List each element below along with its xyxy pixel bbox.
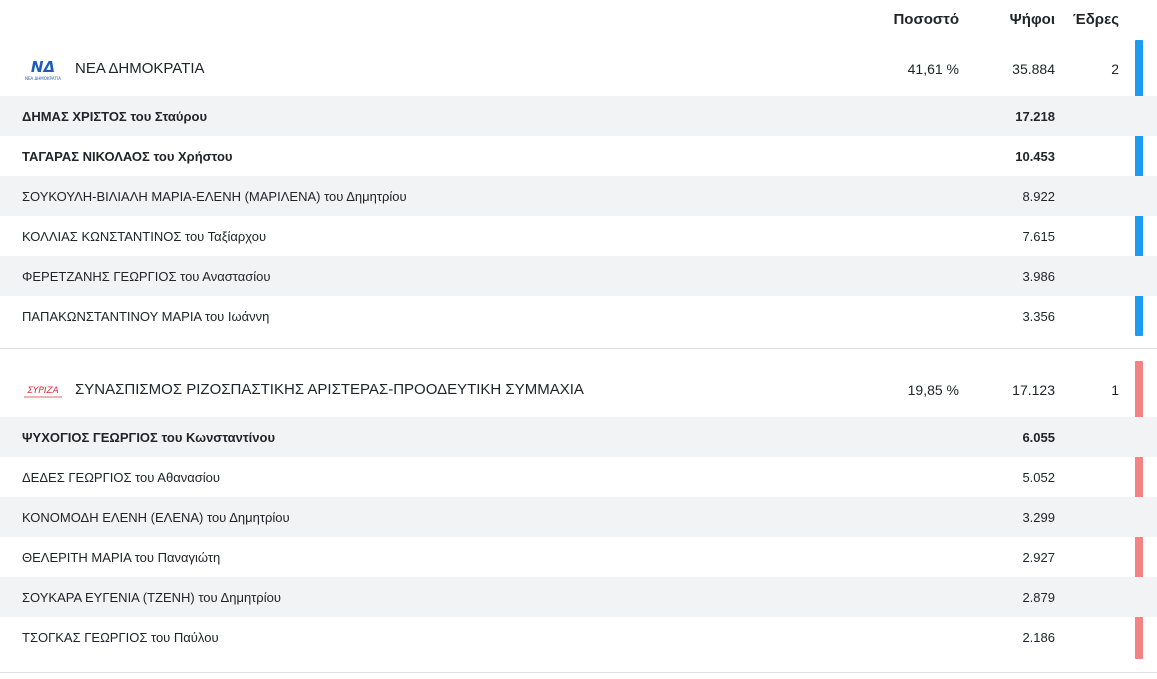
svg-text:ΝΔ: ΝΔ <box>31 58 55 76</box>
candidate-name: ΚΟΛΛΙΑΣ ΚΩΝΣΤΑΝΤΙΝΟΣ του Ταξίαρχου <box>22 229 267 244</box>
candidate-name: ΘΕΛΕΡΙΤΗ ΜΑΡΙΑ του Παναγιώτη <box>22 550 221 565</box>
candidate-name: ΔΕΔΕΣ ΓΕΩΡΓΙΟΣ του Αθανασίου <box>22 470 220 485</box>
candidate-votes: 2.927 <box>1022 550 1055 565</box>
candidate-name: ΣΟΥΚΑΡΑ ΕΥΓΕΝΙΑ (ΤΖΕΝΗ) του Δημητρίου <box>22 590 281 605</box>
candidate-name: ΠΑΠΑΚΩΝΣΤΑΝΤΙΝΟΥ ΜΑΡΙΑ του Ιωάννη <box>22 309 270 324</box>
syriza-logo-icon: ΣΥΡΙΖΑ <box>24 386 62 398</box>
svg-text:ΝΕΑ ΔΗΜΟΚΡΑΤΙΑ: ΝΕΑ ΔΗΜΟΚΡΑΤΙΑ <box>25 76 61 81</box>
party-seats: 1 <box>1111 382 1119 398</box>
candidate-row: ΠΑΠΑΚΩΝΣΤΑΝΤΙΝΟΥ ΜΑΡΙΑ του Ιωάννη 3.356 <box>0 296 1157 336</box>
candidate-name: ΣΟΥΚΟΥΛΗ-ΒΙΛΙΑΛΗ ΜΑΡΙΑ-ΕΛΕΝΗ (ΜΑΡΙΛΕΝΑ) … <box>22 189 407 204</box>
party-seats: 2 <box>1111 61 1119 77</box>
candidate-row: ΤΣΟΓΚΑΣ ΓΕΩΡΓΙΟΣ του Παύλου 2.186 <box>0 617 1157 657</box>
candidate-row: ΔΕΔΕΣ ΓΕΩΡΓΙΟΣ του Αθανασίου 5.052 <box>0 457 1157 497</box>
party-percentage: 19,85 % <box>907 382 959 398</box>
candidate-votes: 7.615 <box>1022 229 1055 244</box>
party-block-nd: ΝΔ ΝΕΑ ΔΗΜΟΚΡΑΤΙΑ ΝΕΑ ΔΗΜΟΚΡΑΤΙΑ 41,61 %… <box>0 40 1157 349</box>
party-votes: 35.884 <box>1012 61 1055 77</box>
votes-column-header: Ψήφοι <box>1009 11 1055 28</box>
candidate-row: ΚΟΝΟΜΟΔΗ ΕΛΕΝΗ (ΕΛΕΝΑ) του Δημητρίου 3.2… <box>0 497 1157 537</box>
candidate-votes: 5.052 <box>1022 470 1055 485</box>
candidate-votes: 3.356 <box>1022 309 1055 324</box>
candidate-row: ΣΟΥΚΑΡΑ ΕΥΓΕΝΙΑ (ΤΖΕΝΗ) του Δημητρίου 2.… <box>0 577 1157 617</box>
candidate-votes: 10.453 <box>1015 149 1055 164</box>
candidate-votes: 2.879 <box>1022 590 1055 605</box>
candidate-votes: 3.986 <box>1022 269 1055 284</box>
results-header: Ποσοστό Ψήφοι Έδρες <box>0 0 1157 40</box>
candidate-name: ΤΣΟΓΚΑΣ ΓΕΩΡΓΙΟΣ του Παύλου <box>22 630 219 645</box>
svg-text:ΣΥΡΙΖΑ: ΣΥΡΙΖΑ <box>27 386 59 396</box>
candidate-row: ΦΕΡΕΤΖΑΝΗΣ ΓΕΩΡΓΙΟΣ του Αναστασίου 3.986 <box>0 256 1157 296</box>
party-block-syriza: ΣΥΡΙΖΑ ΣΥΝΑΣΠΙΣΜΟΣ ΡΙΖΟΣΠΑΣΤΙΚΗΣ ΑΡΙΣΤΕΡ… <box>0 361 1157 673</box>
candidate-votes: 8.922 <box>1022 189 1055 204</box>
seats-column-header: Έδρες <box>1072 11 1119 28</box>
candidate-name: ΨΥΧΟΓΙΟΣ ΓΕΩΡΓΙΟΣ του Κωνσταντίνου <box>22 430 276 445</box>
candidate-row: ΨΥΧΟΓΙΟΣ ΓΕΩΡΓΙΟΣ του Κωνσταντίνου 6.055 <box>0 417 1157 457</box>
percentage-column-header: Ποσοστό <box>893 11 959 28</box>
candidate-votes: 17.218 <box>1015 109 1055 124</box>
party-percentage: 41,61 % <box>907 61 959 77</box>
candidate-name: ΚΟΝΟΜΟΔΗ ΕΛΕΝΗ (ΕΛΕΝΑ) του Δημητρίου <box>22 510 290 525</box>
candidate-votes: 3.299 <box>1022 510 1055 525</box>
candidate-row: ΚΟΛΛΙΑΣ ΚΩΝΣΤΑΝΤΙΝΟΣ του Ταξίαρχου 7.615 <box>0 216 1157 256</box>
party-name: ΣΥΝΑΣΠΙΣΜΟΣ ΡΙΖΟΣΠΑΣΤΙΚΗΣ ΑΡΙΣΤΕΡΑΣ-ΠΡΟΟ… <box>75 381 584 398</box>
candidate-votes: 6.055 <box>1022 430 1055 445</box>
candidate-row: ΤΑΓΑΡΑΣ ΝΙΚΟΛΑΟΣ του Χρήστου 10.453 <box>0 136 1157 176</box>
party-row[interactable]: ΝΔ ΝΕΑ ΔΗΜΟΚΡΑΤΙΑ ΝΕΑ ΔΗΜΟΚΡΑΤΙΑ 41,61 %… <box>0 40 1157 96</box>
party-votes: 17.123 <box>1012 382 1055 398</box>
candidate-row: ΔΗΜΑΣ ΧΡΙΣΤΟΣ του Σταύρου 17.218 <box>0 96 1157 136</box>
candidate-row: ΘΕΛΕΡΙΤΗ ΜΑΡΙΑ του Παναγιώτη 2.927 <box>0 537 1157 577</box>
candidate-name: ΦΕΡΕΤΖΑΝΗΣ ΓΕΩΡΓΙΟΣ του Αναστασίου <box>22 269 271 284</box>
party-name: ΝΕΑ ΔΗΜΟΚΡΑΤΙΑ <box>75 60 205 77</box>
candidate-row: ΣΟΥΚΟΥΛΗ-ΒΙΛΙΑΛΗ ΜΑΡΙΑ-ΕΛΕΝΗ (ΜΑΡΙΛΕΝΑ) … <box>0 176 1157 216</box>
nd-logo-icon: ΝΔ ΝΕΑ ΔΗΜΟΚΡΑΤΙΑ <box>25 58 61 81</box>
candidate-votes: 2.186 <box>1022 630 1055 645</box>
candidate-name: ΤΑΓΑΡΑΣ ΝΙΚΟΛΑΟΣ του Χρήστου <box>22 149 233 164</box>
party-row[interactable]: ΣΥΡΙΖΑ ΣΥΝΑΣΠΙΣΜΟΣ ΡΙΖΟΣΠΑΣΤΙΚΗΣ ΑΡΙΣΤΕΡ… <box>0 361 1157 417</box>
candidate-name: ΔΗΜΑΣ ΧΡΙΣΤΟΣ του Σταύρου <box>22 109 208 124</box>
